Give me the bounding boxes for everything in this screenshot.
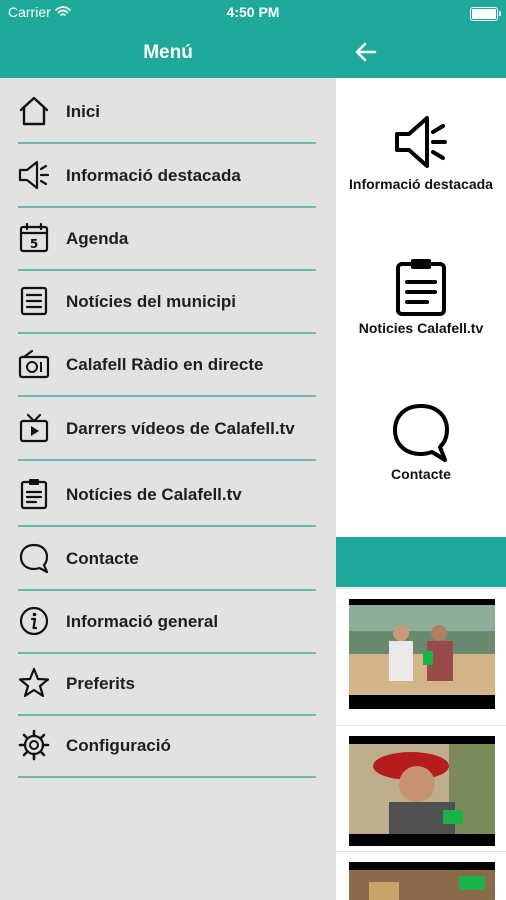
- menu-item-noticies-municipi[interactable]: Notícies del municipi: [0, 271, 336, 334]
- radio-icon: [18, 349, 50, 379]
- drawer-title: Menú: [143, 42, 193, 63]
- menu-item-label: Agenda: [66, 229, 129, 248]
- navigation-drawer: Menú Inici Informació destacada 5 Agenda…: [0, 0, 336, 900]
- video-thumbnail-3: [349, 862, 495, 900]
- home-icon: [19, 96, 49, 126]
- tile-label: Informació destacada: [349, 176, 493, 192]
- tile-informacio-destacada[interactable]: Informació destacada: [336, 112, 506, 192]
- tv-icon: [19, 413, 49, 443]
- video-thumbnail-2: [349, 736, 495, 846]
- video-item[interactable]: [336, 725, 506, 852]
- calendar-icon: 5: [19, 222, 49, 253]
- menu-item-label: Preferits: [66, 674, 135, 693]
- menu-item-informacio-destacada[interactable]: Informació destacada: [0, 145, 336, 208]
- video-item[interactable]: [336, 851, 506, 900]
- divider: [18, 776, 316, 778]
- menu-item-noticies-calafell-tv[interactable]: Notícies de Calafell.tv: [0, 464, 336, 527]
- info-icon: [19, 606, 49, 636]
- svg-text:5: 5: [30, 237, 38, 251]
- menu-item-label: Inici: [66, 102, 101, 121]
- menu-item-informacio-general[interactable]: Informació general: [0, 591, 336, 654]
- background-screen: Informació destacada Noticies Calafell.t…: [336, 0, 506, 900]
- gear-icon: [18, 729, 50, 761]
- divider: [18, 525, 316, 527]
- tile-noticies-calafell-tv[interactable]: Noticies Calafell.tv: [336, 258, 506, 336]
- megaphone-icon: [395, 116, 447, 168]
- divider: [18, 459, 316, 461]
- tile-label: Noticies Calafell.tv: [358, 320, 484, 336]
- news-icon: [20, 286, 48, 316]
- tile-contacte[interactable]: Contacte: [336, 402, 506, 482]
- video-thumbnail-1: [349, 599, 495, 709]
- menu-item-label: Informació general: [66, 612, 219, 631]
- menu-item-label: Darrers vídeos de Calafell.tv: [66, 419, 295, 438]
- tile-label: Contacte: [391, 466, 451, 482]
- menu-item-configuracio[interactable]: Configuració: [0, 715, 336, 778]
- back-arrow-icon[interactable]: [354, 40, 378, 64]
- menu-item-label: Notícies del municipi: [66, 292, 237, 311]
- menu-item-agenda[interactable]: 5 Agenda: [0, 208, 336, 271]
- megaphone-icon: [18, 160, 50, 190]
- menu-item-label: Calafell Ràdio en directe: [66, 355, 264, 374]
- clipboard-icon: [20, 479, 48, 510]
- video-item[interactable]: [336, 588, 506, 726]
- chat-bubble-icon: [19, 543, 49, 574]
- menu-item-preferits[interactable]: Preferits: [0, 653, 336, 716]
- menu-item-contacte[interactable]: Contacte: [0, 528, 336, 591]
- clipboard-icon: [396, 259, 446, 316]
- menu-item-inici[interactable]: Inici: [0, 81, 336, 144]
- menu-item-label: Informació destacada: [66, 166, 241, 185]
- divider: [18, 395, 316, 397]
- divider: [18, 142, 316, 144]
- star-icon: [18, 667, 50, 698]
- status-time: 4:50 PM: [226, 4, 280, 20]
- menu-item-label: Notícies de Calafell.tv: [66, 485, 242, 504]
- chat-bubble-icon: [393, 404, 449, 462]
- menu-item-label: Contacte: [66, 549, 139, 568]
- section-band: [336, 537, 506, 587]
- menu-item-darrers-videos[interactable]: Darrers vídeos de Calafell.tv: [0, 398, 336, 461]
- menu-item-label: Configuració: [66, 736, 171, 755]
- menu-item-calafell-radio[interactable]: Calafell Ràdio en directe: [0, 334, 336, 397]
